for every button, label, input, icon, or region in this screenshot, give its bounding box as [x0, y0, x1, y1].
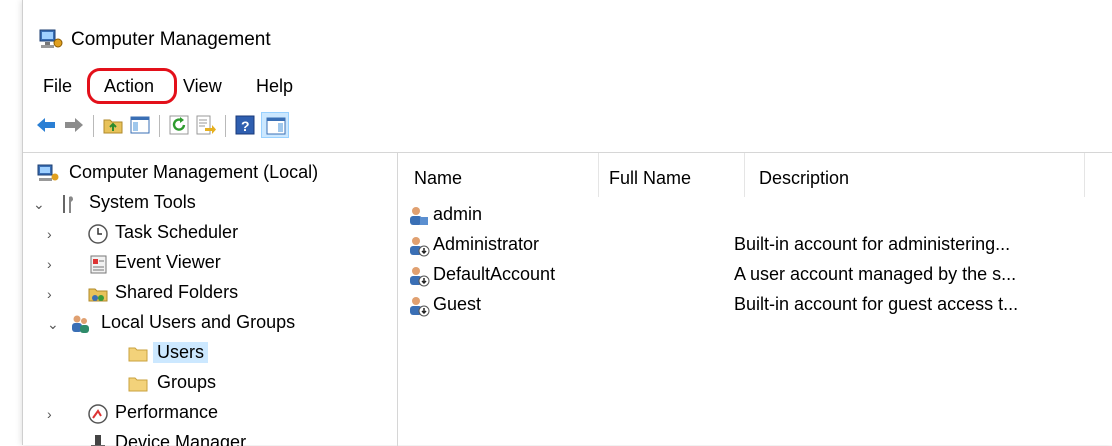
menu-view[interactable]: View — [181, 76, 224, 97]
show-hide-action-pane-button[interactable] — [261, 112, 289, 138]
toolbar: ? — [23, 110, 1112, 142]
user-name: admin — [433, 204, 483, 224]
user-name: Guest — [433, 294, 482, 314]
folder-icon — [128, 347, 148, 362]
tree-label: Event Viewer — [115, 252, 221, 272]
action-menu-highlight — [87, 68, 177, 104]
menu-file[interactable]: File — [41, 76, 74, 97]
user-icon — [410, 207, 428, 225]
content-panes: Computer Management (Local) ⌄ System Too… — [23, 152, 1112, 446]
column-divider[interactable] — [1084, 153, 1085, 197]
show-hide-action-pane-icon — [266, 117, 286, 135]
computer-management-icon — [39, 29, 63, 48]
computer-management-window: Computer Management File Action View Hel… — [22, 0, 1112, 446]
column-header-description[interactable]: Description — [759, 168, 849, 189]
window-title: Computer Management — [71, 29, 271, 50]
performance-icon — [88, 404, 108, 424]
back-icon[interactable] — [35, 114, 57, 136]
disabled-user-icon — [410, 237, 430, 257]
table-row[interactable]: Guest Built-in account for guest access … — [398, 293, 1098, 321]
chevron-right-icon[interactable]: › — [47, 256, 61, 272]
forward-icon[interactable] — [63, 114, 85, 136]
tree-label: Users — [153, 342, 209, 363]
disabled-user-icon — [410, 297, 430, 317]
chevron-down-icon[interactable]: ⌄ — [33, 196, 47, 212]
event-viewer-icon — [90, 255, 107, 274]
title-bar: Computer Management — [23, 20, 1112, 60]
tree-label: Performance — [115, 402, 219, 422]
user-description: A user account managed by the s... — [734, 264, 1017, 284]
tree-label: System Tools — [89, 192, 196, 212]
shared-folders-icon — [88, 288, 108, 302]
table-row[interactable]: Administrator Built-in account for admin… — [398, 233, 1098, 261]
table-row[interactable]: DefaultAccount A user account managed by… — [398, 263, 1098, 291]
column-divider[interactable] — [598, 153, 599, 197]
show-hide-console-tree-icon[interactable] — [129, 114, 151, 136]
folder-icon — [128, 377, 148, 392]
column-header-name[interactable]: Name — [414, 168, 462, 189]
svg-text:?: ? — [241, 118, 250, 134]
user-name: Administrator — [433, 234, 540, 254]
chevron-right-icon[interactable]: › — [47, 226, 61, 242]
user-description: Built-in account for guest access t... — [734, 294, 1019, 314]
tree-label: Local Users and Groups — [101, 312, 296, 332]
chevron-right-icon[interactable]: › — [47, 406, 61, 422]
chevron-right-icon[interactable]: › — [47, 286, 61, 302]
menu-bar: File Action View Help — [23, 70, 1112, 106]
column-header-full-name[interactable]: Full Name — [609, 168, 691, 189]
users-list: Name Full Name Description admin Adminis… — [398, 153, 1112, 446]
refresh-icon[interactable] — [168, 114, 190, 136]
console-tree: Computer Management (Local) ⌄ System Too… — [23, 153, 398, 446]
chevron-down-icon[interactable]: ⌄ — [47, 316, 61, 332]
tree-label: Groups — [157, 372, 217, 392]
device-manager-icon — [91, 435, 105, 446]
tree-label: Device Manager — [115, 432, 247, 446]
user-name: DefaultAccount — [433, 264, 556, 284]
up-folder-icon[interactable] — [102, 114, 124, 136]
tree-label: Computer Management (Local) — [69, 162, 319, 182]
clock-icon — [88, 224, 108, 244]
user-description: Built-in account for administering... — [734, 234, 1011, 254]
menu-help[interactable]: Help — [254, 76, 295, 97]
export-list-icon[interactable] — [195, 114, 217, 136]
table-row[interactable]: admin — [398, 203, 1098, 231]
toolbar-separator — [225, 115, 226, 137]
disabled-user-icon — [410, 267, 430, 287]
help-icon[interactable]: ? — [234, 114, 256, 136]
toolbar-separator — [93, 115, 94, 137]
system-tools-icon — [63, 195, 73, 213]
computer-management-icon — [37, 164, 59, 181]
tree-label: Task Scheduler — [115, 222, 239, 242]
toolbar-separator — [159, 115, 160, 137]
column-divider[interactable] — [744, 153, 745, 197]
tree-label: Shared Folders — [115, 282, 239, 302]
users-group-icon — [72, 315, 89, 333]
